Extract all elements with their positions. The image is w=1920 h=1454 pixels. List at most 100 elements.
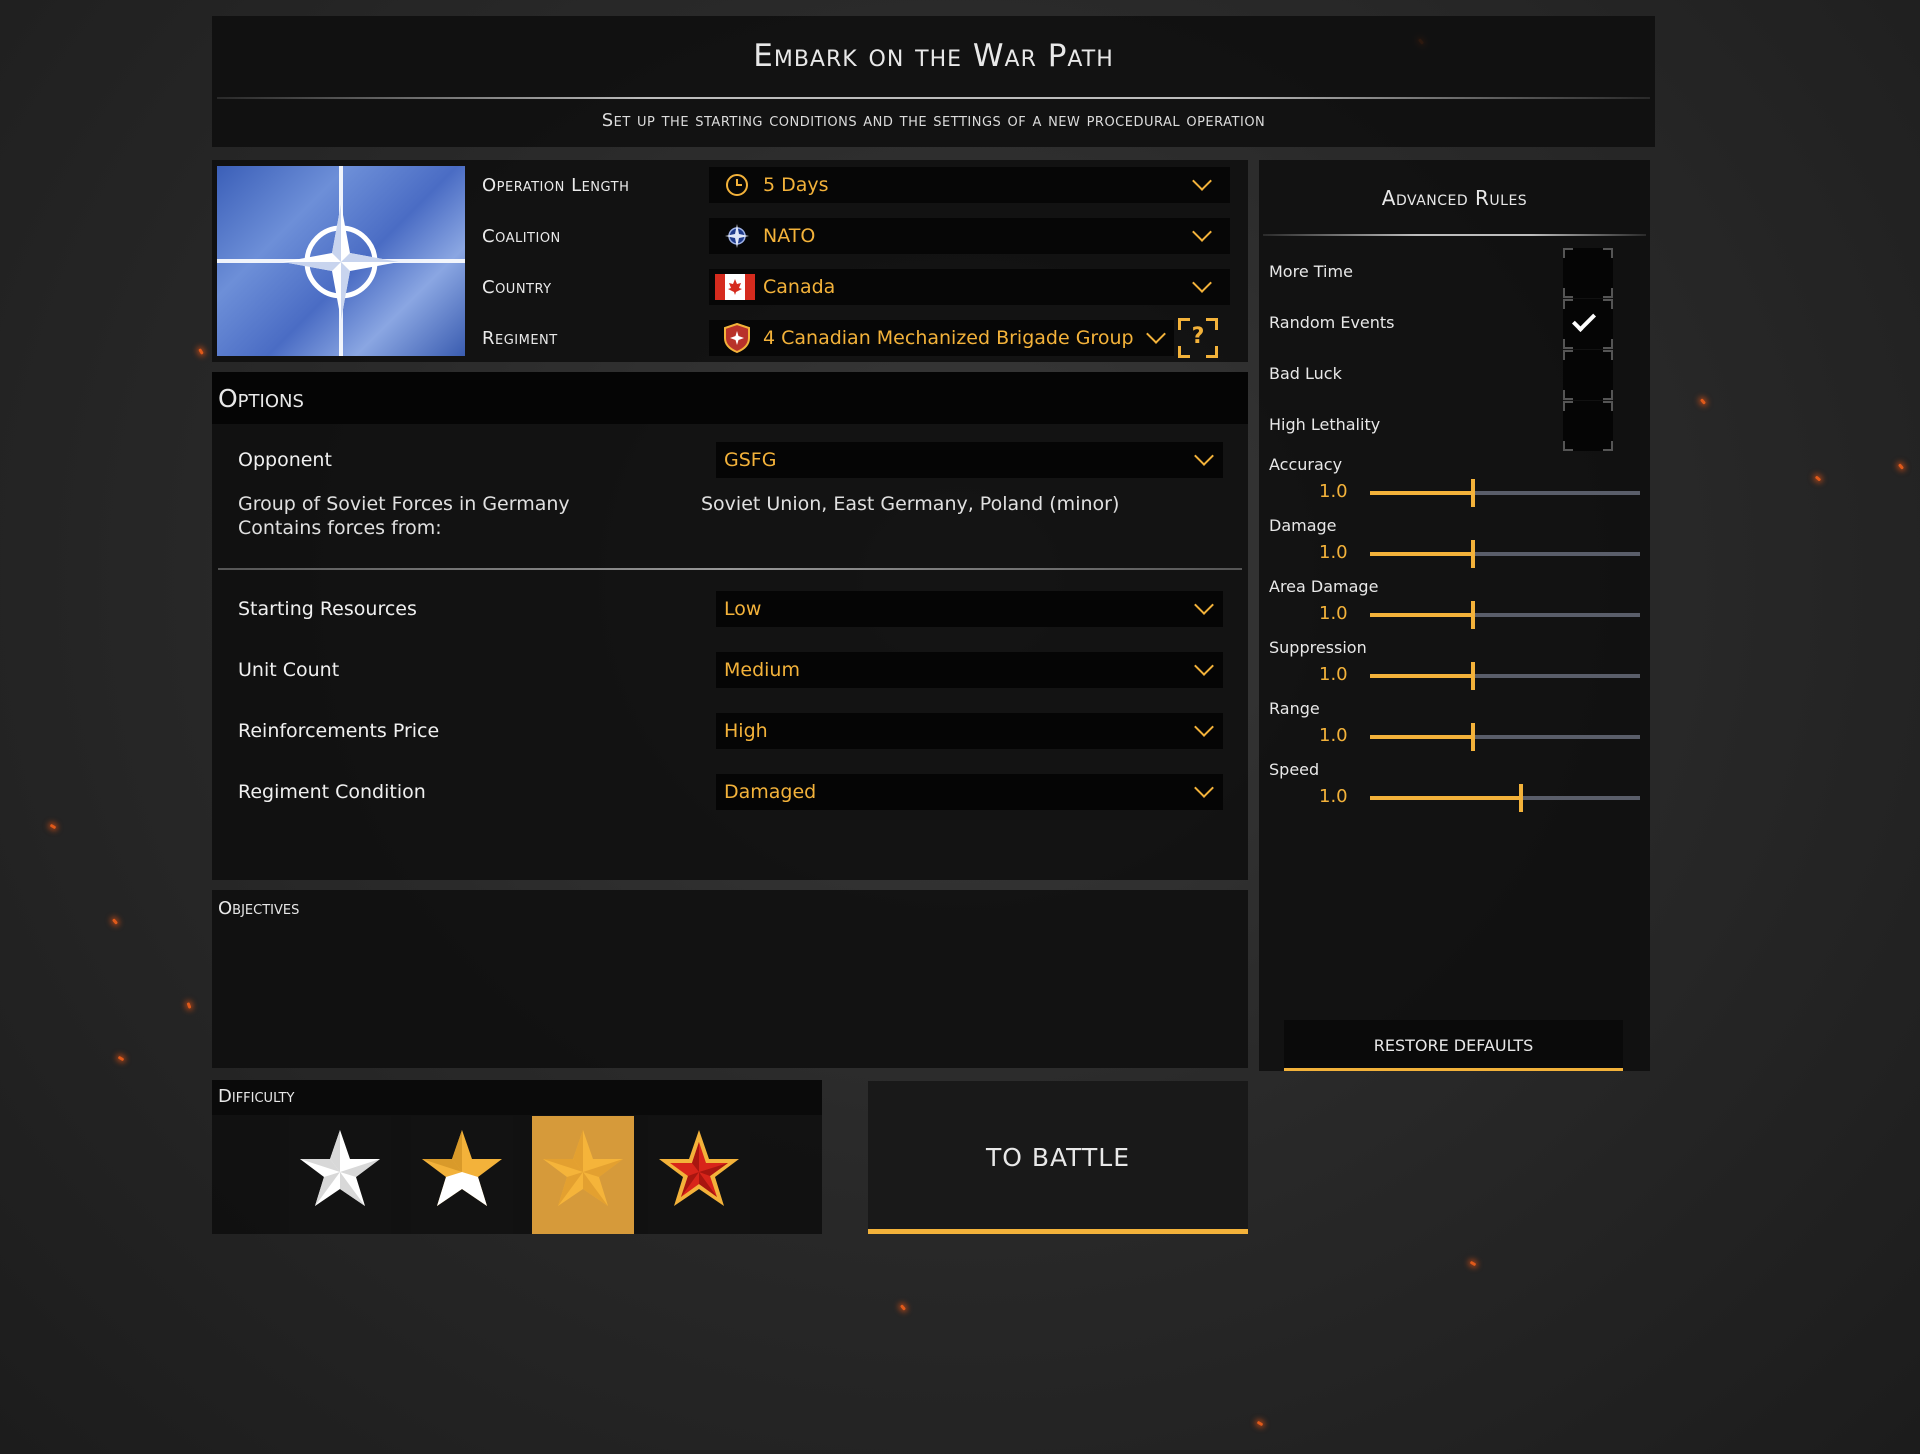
nato-flag-image xyxy=(217,166,465,356)
country-select[interactable]: Canada xyxy=(709,269,1230,305)
operation-length-select[interactable]: 5 Days xyxy=(709,167,1230,203)
header-divider xyxy=(217,97,1650,99)
more-time-checkbox[interactable] xyxy=(1563,248,1613,298)
chevron-down-icon xyxy=(1194,446,1214,466)
restore-defaults-label: RESTORE DEFAULTS xyxy=(1373,1036,1534,1055)
chevron-down-icon xyxy=(1192,273,1212,293)
slider-handle[interactable] xyxy=(1470,723,1475,751)
high-lethality-checkbox[interactable] xyxy=(1563,401,1613,451)
random-events-label: Random Events xyxy=(1269,313,1395,332)
slider-handle[interactable] xyxy=(1470,601,1475,629)
range-label: Range xyxy=(1269,699,1320,718)
options-title: Options xyxy=(218,384,304,413)
difficulty-easy-button[interactable] xyxy=(289,1116,391,1234)
accuracy-label: Accuracy xyxy=(1269,455,1343,474)
checkbox-corner xyxy=(1563,339,1573,349)
opponent-label: Opponent xyxy=(238,449,332,471)
reinforcements-price-label: Reinforcements Price xyxy=(238,720,440,742)
starting-resources-label: Starting Resources xyxy=(238,598,417,620)
options-panel: Options Opponent GSFG Group of Soviet Fo… xyxy=(212,372,1248,880)
slider-handle[interactable] xyxy=(1470,540,1475,568)
regiment-label: Regiment xyxy=(482,328,558,349)
ember-particle xyxy=(1256,1420,1264,1427)
area-damage-slider[interactable] xyxy=(1370,601,1640,629)
area-damage-label: Area Damage xyxy=(1269,577,1379,596)
slider-fill xyxy=(1370,491,1473,495)
nato-emblem-icon xyxy=(725,224,749,248)
ember-particle xyxy=(1469,1260,1477,1267)
difficulty-very-hard-button[interactable] xyxy=(648,1116,750,1234)
contains-forces-value: Soviet Union, East Germany, Poland (mino… xyxy=(701,493,1120,515)
ember-particle xyxy=(49,823,57,830)
slider-handle[interactable] xyxy=(1470,479,1475,507)
bad-luck-checkbox[interactable] xyxy=(1563,350,1613,400)
ember-particle xyxy=(111,918,119,925)
header-panel: Embark on the War Path Set up the starti… xyxy=(212,16,1655,147)
restore-defaults-button[interactable]: RESTORE DEFAULTS xyxy=(1284,1020,1623,1071)
unit-count-label: Unit Count xyxy=(238,659,340,681)
slider-fill xyxy=(1370,552,1473,556)
difficulty-hard-button[interactable] xyxy=(532,1116,634,1234)
operation-length-label: Operation Length xyxy=(482,175,630,196)
chevron-down-icon xyxy=(1194,717,1214,737)
checkbox-corner xyxy=(1563,401,1573,411)
starting-resources-select[interactable]: Low xyxy=(716,591,1223,627)
accuracy-slider[interactable] xyxy=(1370,479,1640,507)
accuracy-value: 1.0 xyxy=(1319,481,1348,502)
slider-fill xyxy=(1370,674,1473,678)
ember-particle xyxy=(899,1304,907,1311)
advanced-rules-title: Advanced Rules xyxy=(1381,186,1528,210)
coalition-label: Coalition xyxy=(482,226,561,247)
damage-label: Damage xyxy=(1269,516,1337,535)
suppression-slider[interactable] xyxy=(1370,662,1640,690)
white-star-icon xyxy=(300,1130,380,1206)
range-value: 1.0 xyxy=(1319,725,1348,746)
ember-particle xyxy=(186,1002,192,1009)
random-events-checkbox[interactable] xyxy=(1563,299,1613,349)
checkbox-corner xyxy=(1563,248,1573,258)
options-header: Options xyxy=(212,372,1248,424)
regiment-select[interactable]: 4 Canadian Mechanized Brigade Group xyxy=(709,320,1174,356)
difficulty-panel: Difficulty xyxy=(212,1080,822,1234)
advanced-rules-panel: Advanced Rules More Time Random Events B… xyxy=(1259,160,1650,1071)
advanced-rules-divider xyxy=(1263,234,1646,236)
unit-count-select[interactable]: Medium xyxy=(716,652,1223,688)
ember-particle xyxy=(198,348,204,355)
damage-slider[interactable] xyxy=(1370,540,1640,568)
range-slider[interactable] xyxy=(1370,723,1640,751)
regiment-shield-icon xyxy=(724,323,750,353)
gold-star-icon xyxy=(543,1130,623,1206)
regiment-help-button[interactable]: ? xyxy=(1178,318,1218,358)
checkbox-corner xyxy=(1603,401,1613,411)
to-battle-button[interactable]: TO BATTLE xyxy=(868,1081,1248,1234)
ember-particle xyxy=(117,1055,125,1062)
chevron-down-icon xyxy=(1194,656,1214,676)
reinforcements-price-select[interactable]: High xyxy=(716,713,1223,749)
slider-handle[interactable] xyxy=(1470,662,1475,690)
coalition-select[interactable]: NATO xyxy=(709,218,1230,254)
opponent-full-name: Group of Soviet Forces in Germany xyxy=(238,493,570,515)
operation-config-panel: Operation Length 5 Days Coalition NATO C… xyxy=(212,160,1248,362)
reinforcements-price-value: High xyxy=(724,720,768,742)
difficulty-normal-button[interactable] xyxy=(411,1116,513,1234)
restore-defaults-accent-bar xyxy=(1284,1068,1623,1071)
opponent-select[interactable]: GSFG xyxy=(716,442,1223,478)
speed-slider[interactable] xyxy=(1370,784,1640,812)
checkbox-corner xyxy=(1603,390,1613,400)
page-subtitle: Set up the starting conditions and the s… xyxy=(601,110,1266,131)
page-title: Embark on the War Path xyxy=(753,38,1114,74)
slider-fill xyxy=(1370,796,1522,800)
contains-forces-label: Contains forces from: xyxy=(238,517,442,539)
suppression-label: Suppression xyxy=(1269,638,1367,657)
checkbox-corner xyxy=(1603,339,1613,349)
checkbox-corner xyxy=(1563,350,1573,360)
chevron-down-icon xyxy=(1146,324,1166,344)
difficulty-header: Difficulty xyxy=(212,1080,822,1115)
slider-fill xyxy=(1370,735,1473,739)
objectives-panel: Objectives xyxy=(212,890,1248,1068)
chevron-down-icon xyxy=(1194,595,1214,615)
slider-handle[interactable] xyxy=(1519,784,1524,812)
regiment-condition-select[interactable]: Damaged xyxy=(716,774,1223,810)
options-divider xyxy=(218,568,1242,570)
ember-particle xyxy=(1699,398,1707,405)
